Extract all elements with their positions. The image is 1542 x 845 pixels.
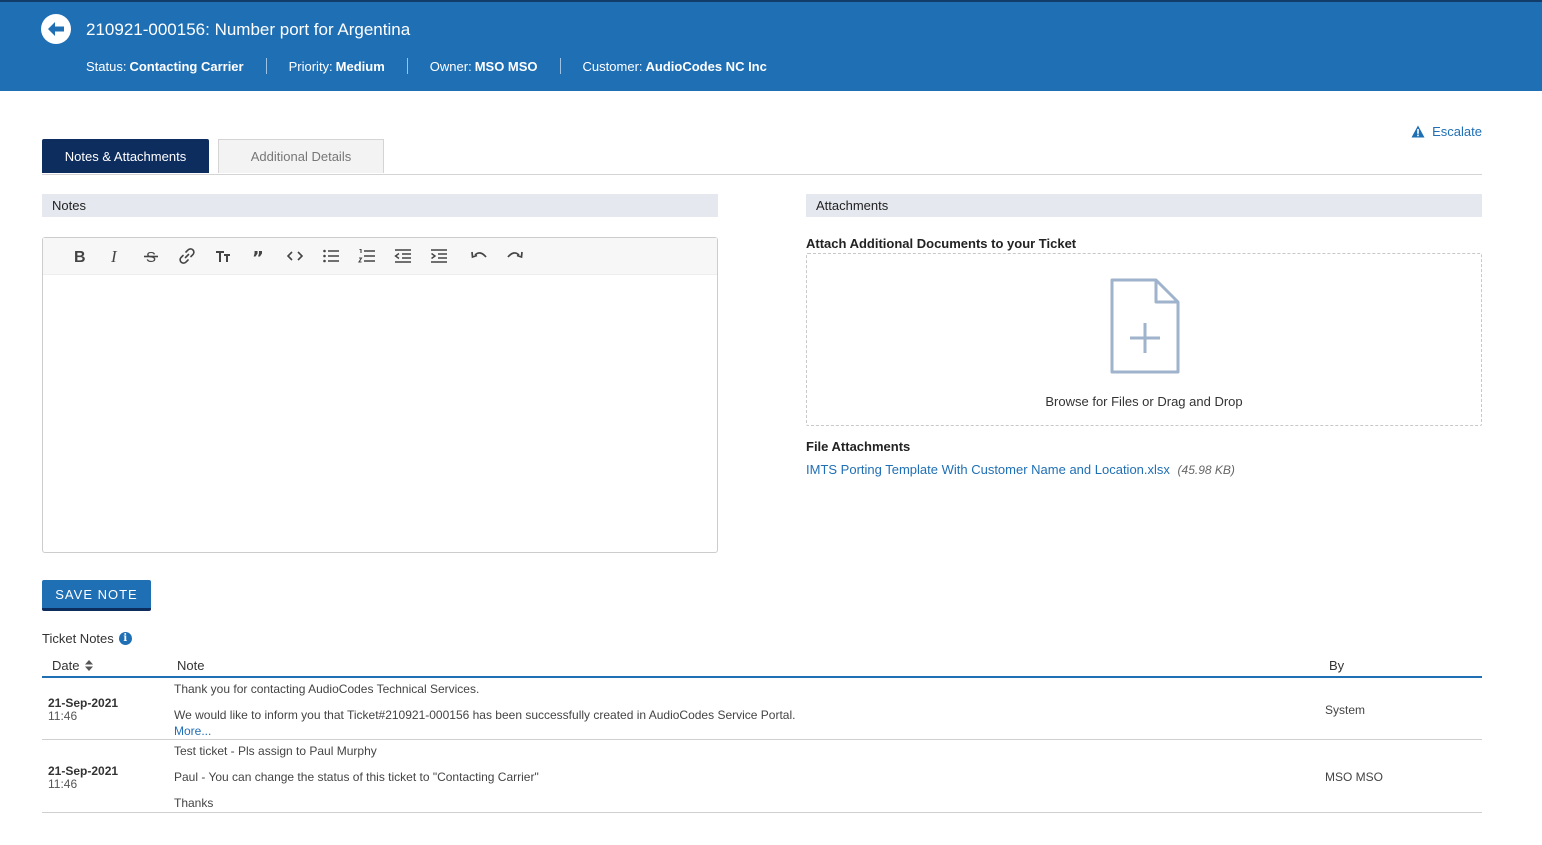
notes-heading: Notes — [42, 194, 718, 217]
outdent-icon — [394, 249, 411, 263]
note-line: Test ticket - Pls assign to Paul Murphy — [174, 744, 377, 758]
status-value: Contacting Carrier — [129, 58, 244, 74]
strikethrough-icon: S — [144, 249, 158, 265]
ticket-meta: Status: Contacting Carrier Priority: Med… — [86, 58, 767, 74]
italic-icon: I — [110, 247, 118, 265]
link-icon — [179, 248, 195, 264]
file-dropzone[interactable]: Browse for Files or Drag and Drop — [806, 253, 1482, 426]
escalate-label: Escalate — [1432, 124, 1482, 139]
by-column-header: By — [1329, 658, 1345, 673]
note-date-cell: 21-Sep-2021 11:46 — [48, 696, 118, 722]
drop-instructions: Browse for Files or Drag and Drop — [1045, 394, 1243, 409]
bulleted-list-button[interactable] — [313, 241, 349, 271]
arrow-left-icon — [48, 22, 64, 36]
ticket-title: 210921-000156: Number port for Argentina — [86, 20, 411, 39]
redo-icon — [507, 251, 523, 259]
ticket-header: 210921-000156: Number port for Argentina… — [0, 0, 1542, 91]
meta-divider — [406, 58, 408, 74]
tab-bar: Notes & Attachments Additional Details — [42, 139, 1482, 175]
status-label: Status: — [86, 58, 127, 74]
note-time: 11:46 — [48, 709, 78, 723]
bulleted-list-icon — [323, 249, 339, 263]
attachment-size: (45.98 KB) — [1177, 463, 1235, 477]
owner-field: Owner: MSO MSO — [430, 59, 538, 74]
save-note-button[interactable]: SAVE NOTE — [42, 580, 151, 611]
back-button[interactable] — [41, 14, 71, 44]
tab-additional-details[interactable]: Additional Details — [218, 139, 384, 173]
escalate-link[interactable]: Escalate — [1411, 124, 1482, 139]
more-link[interactable]: More... — [174, 724, 211, 738]
code-button[interactable] — [277, 241, 313, 271]
bold-icon: B — [74, 249, 86, 265]
text-size-button[interactable] — [205, 241, 241, 271]
note-date-cell: 21-Sep-2021 11:46 — [48, 764, 118, 790]
customer-field: Customer: AudioCodes NC Inc — [583, 59, 767, 74]
note-line: Thanks — [174, 796, 214, 810]
strikethrough-button[interactable]: S — [133, 241, 169, 271]
ticket-notes-table: Date Note By 21-Sep-2021 11:46 Thank you… — [42, 656, 1482, 813]
owner-label: Owner: — [429, 58, 472, 74]
sort-icon — [85, 660, 94, 671]
undo-button[interactable] — [461, 241, 497, 271]
undo-icon — [471, 251, 487, 259]
date-column-header[interactable]: Date — [52, 658, 94, 673]
attachment-link[interactable]: IMTS Porting Template With Customer Name… — [806, 462, 1170, 477]
editor-toolbar: B I S ” — [43, 238, 717, 275]
svg-text:I: I — [110, 247, 118, 265]
priority-label: Priority: — [288, 58, 333, 74]
ticket-notes-title: Ticket Notes i — [42, 631, 132, 646]
priority-field: Priority: Medium — [289, 59, 385, 74]
note-author: System — [1325, 703, 1366, 717]
status-field: Status: Contacting Carrier — [86, 59, 244, 74]
text-size-icon — [216, 251, 230, 262]
ticket-notes-label: Ticket Notes — [42, 631, 114, 646]
table-header: Date Note By — [42, 656, 1482, 678]
table-row: 21-Sep-2021 11:46 Test ticket - Pls assi… — [42, 740, 1482, 813]
warning-triangle-icon — [1411, 125, 1425, 138]
note-editor: B I S ” — [42, 237, 718, 553]
svg-text:B: B — [74, 249, 86, 265]
customer-value: AudioCodes NC Inc — [645, 58, 767, 74]
note-date: 21-Sep-2021 — [48, 764, 119, 778]
tab-notes-attachments[interactable]: Notes & Attachments — [42, 139, 209, 173]
attachment-item: IMTS Porting Template With Customer Name… — [806, 462, 1235, 477]
blockquote-button[interactable]: ” — [241, 241, 277, 271]
note-author: MSO MSO — [1325, 770, 1384, 784]
meta-divider — [559, 58, 561, 74]
redo-button[interactable] — [497, 241, 533, 271]
note-column-header: Note — [177, 658, 205, 673]
numbered-list-icon — [358, 248, 375, 263]
italic-button[interactable]: I — [97, 241, 133, 271]
note-text-area[interactable] — [43, 275, 717, 551]
outdent-button[interactable] — [385, 241, 421, 271]
info-icon[interactable]: i — [118, 632, 132, 645]
bold-button[interactable]: B — [61, 241, 97, 271]
note-date: 21-Sep-2021 — [48, 696, 119, 710]
date-column-label: Date — [52, 658, 80, 673]
indent-icon — [431, 249, 447, 263]
note-time: 11:46 — [48, 777, 78, 791]
blockquote-icon: ” — [252, 248, 264, 265]
svg-text:”: ” — [252, 248, 264, 265]
meta-divider — [265, 58, 267, 74]
note-line: We would like to inform you that Ticket#… — [174, 708, 796, 722]
link-button[interactable] — [169, 241, 205, 271]
attachments-heading: Attachments — [806, 194, 1482, 217]
attach-documents-title: Attach Additional Documents to your Tick… — [806, 236, 1077, 251]
file-add-icon — [1110, 278, 1180, 374]
code-icon — [286, 251, 304, 261]
file-attachments-title: File Attachments — [806, 439, 911, 454]
owner-value: MSO MSO — [474, 58, 538, 74]
note-line: Paul - You can change the status of this… — [174, 770, 539, 784]
indent-button[interactable] — [421, 241, 457, 271]
note-line: Thank you for contacting AudioCodes Tech… — [174, 682, 480, 696]
priority-value: Medium — [335, 58, 385, 74]
customer-label: Customer: — [582, 58, 643, 74]
numbered-list-button[interactable] — [349, 241, 385, 271]
table-row: 21-Sep-2021 11:46 Thank you for contacti… — [42, 678, 1482, 740]
